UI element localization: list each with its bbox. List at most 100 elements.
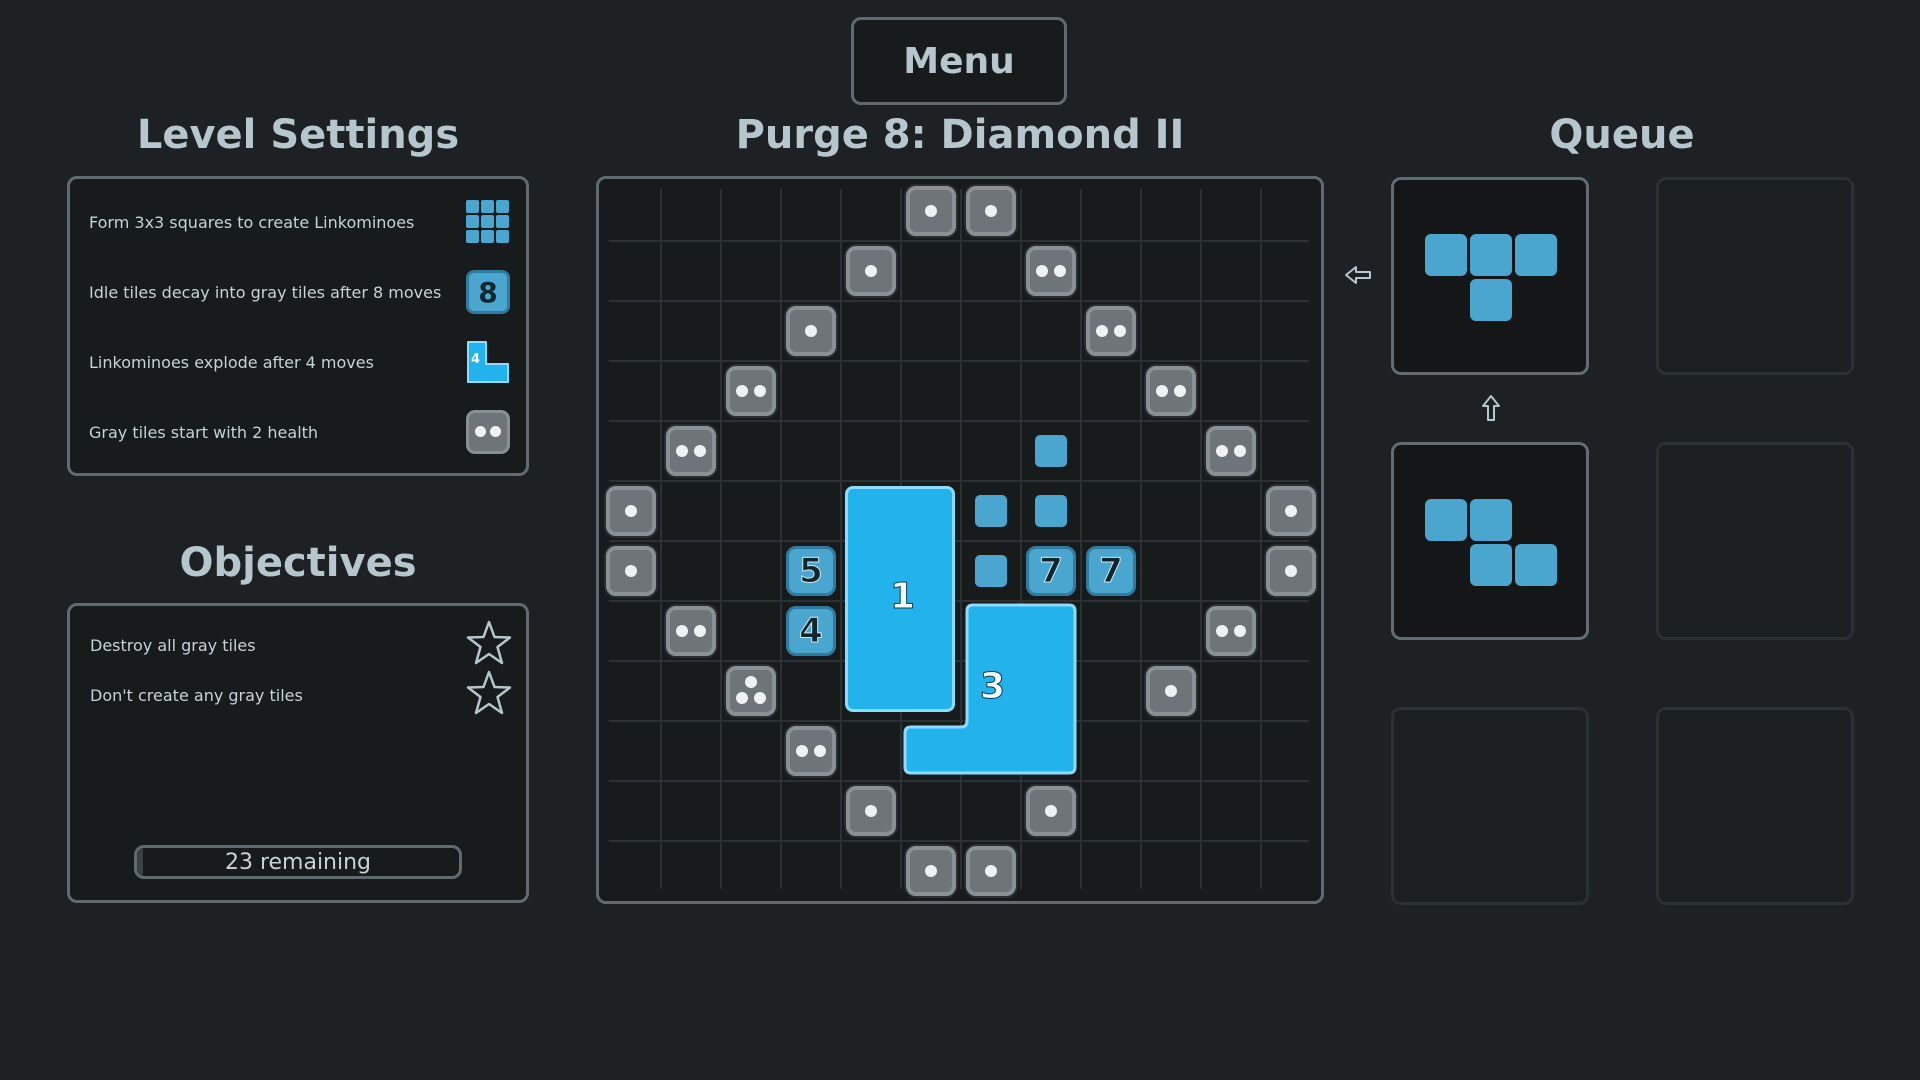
grid-line bbox=[1140, 189, 1142, 889]
blue-tile[interactable] bbox=[1035, 495, 1067, 527]
queue-cell bbox=[1515, 234, 1557, 276]
queue-cell bbox=[1470, 499, 1512, 541]
queue-slot-empty bbox=[1656, 442, 1854, 640]
health-dot bbox=[625, 565, 637, 577]
gray-tile[interactable] bbox=[1146, 366, 1196, 416]
grid-line bbox=[609, 540, 1309, 542]
gray-tile[interactable] bbox=[1266, 486, 1316, 536]
blue-tile[interactable] bbox=[1035, 435, 1067, 467]
gray-tile[interactable] bbox=[1026, 246, 1076, 296]
gray-tile[interactable] bbox=[666, 426, 716, 476]
progress-text: 23 remaining bbox=[224, 849, 372, 875]
health-dot bbox=[865, 265, 877, 277]
health-dot bbox=[1234, 625, 1246, 637]
objective-no-gray: Don't create any gray tiles bbox=[90, 686, 303, 705]
grid-line bbox=[609, 600, 1309, 602]
gray-tile[interactable] bbox=[846, 786, 896, 836]
grid-line bbox=[840, 189, 842, 889]
gray-tile[interactable] bbox=[906, 846, 956, 896]
grid-line bbox=[609, 840, 1309, 842]
grid-line bbox=[1200, 189, 1202, 889]
level-settings-panel: Form 3x3 squares to create Linkominoes I… bbox=[67, 176, 529, 476]
health-dot bbox=[1114, 325, 1126, 337]
health-dot bbox=[1054, 265, 1066, 277]
objective-destroy-gray: Destroy all gray tiles bbox=[90, 636, 256, 655]
health-dot bbox=[1285, 565, 1297, 577]
gray-tile[interactable] bbox=[846, 246, 896, 296]
star-outline-icon bbox=[466, 670, 512, 716]
health-dot bbox=[490, 426, 501, 437]
health-dot bbox=[1165, 685, 1177, 697]
queue-cell bbox=[1425, 499, 1467, 541]
health-dot bbox=[1285, 505, 1297, 517]
numbered-tile[interactable]: 4 bbox=[786, 606, 836, 656]
queue-cell bbox=[1425, 234, 1467, 276]
queue-cell bbox=[1515, 544, 1557, 586]
health-dot bbox=[1234, 445, 1246, 457]
health-dot bbox=[985, 205, 997, 217]
setting-text-decay: Idle tiles decay into gray tiles after 8… bbox=[89, 283, 442, 302]
blue-tile[interactable] bbox=[975, 555, 1007, 587]
health-dot bbox=[985, 865, 997, 877]
gray-tile[interactable] bbox=[1206, 426, 1256, 476]
gray-tile[interactable] bbox=[786, 726, 836, 776]
setting-text-squares: Form 3x3 squares to create Linkominoes bbox=[89, 213, 415, 232]
gray-tile[interactable] bbox=[966, 846, 1016, 896]
health-dot bbox=[475, 426, 486, 437]
queue-cell bbox=[1470, 544, 1512, 586]
queue-cell bbox=[1470, 234, 1512, 276]
game-board[interactable]: 5 4 77 bbox=[596, 176, 1324, 904]
health-dot bbox=[865, 805, 877, 817]
objective-progress-bar: 23 remaining bbox=[134, 845, 462, 879]
gray-tile[interactable] bbox=[1146, 666, 1196, 716]
queue-slot-empty bbox=[1656, 177, 1854, 375]
arrow-left-icon bbox=[1344, 264, 1372, 290]
grid-line bbox=[960, 189, 962, 889]
linkomino-3-label: 3 bbox=[979, 666, 1006, 708]
gray-tile[interactable] bbox=[606, 486, 656, 536]
grid-line bbox=[609, 420, 1309, 422]
numbered-tile[interactable]: 7 bbox=[1026, 546, 1076, 596]
grid-line bbox=[609, 780, 1309, 782]
grid-line bbox=[720, 189, 722, 889]
gray-tile[interactable] bbox=[786, 306, 836, 356]
gray-tile[interactable] bbox=[1206, 606, 1256, 656]
grid-line bbox=[609, 300, 1309, 302]
level-title: Purge 8: Diamond II bbox=[735, 112, 1185, 158]
health-dot bbox=[1216, 445, 1228, 457]
numbered-tile[interactable]: 7 bbox=[1086, 546, 1136, 596]
gray-tile[interactable] bbox=[666, 606, 716, 656]
gray-tile[interactable] bbox=[1266, 546, 1316, 596]
gray-tile[interactable] bbox=[606, 546, 656, 596]
health-dot bbox=[676, 445, 688, 457]
grid-line bbox=[1020, 189, 1022, 889]
health-dot bbox=[1156, 385, 1168, 397]
gray-tile[interactable] bbox=[906, 186, 956, 236]
grid-line bbox=[609, 480, 1309, 482]
health-dot bbox=[805, 325, 817, 337]
numbered-tile[interactable]: 5 bbox=[786, 546, 836, 596]
linkomino-timer-value: 4 bbox=[471, 352, 481, 367]
menu-button[interactable]: Menu bbox=[851, 17, 1067, 105]
queue-slot-empty bbox=[1391, 707, 1589, 905]
blue-tile[interactable] bbox=[975, 495, 1007, 527]
health-dot bbox=[796, 745, 808, 757]
gray-tile[interactable] bbox=[966, 186, 1016, 236]
gray-tile[interactable] bbox=[726, 666, 776, 716]
gray-tile[interactable] bbox=[1086, 306, 1136, 356]
health-dot bbox=[1216, 625, 1228, 637]
health-dot bbox=[736, 692, 748, 704]
grid-line bbox=[1260, 189, 1262, 889]
grid-line bbox=[609, 360, 1309, 362]
objectives-heading: Objectives bbox=[179, 540, 417, 586]
gray-tile[interactable] bbox=[1026, 786, 1076, 836]
grid-3x3-icon bbox=[466, 200, 510, 244]
gray-tile-health-icon bbox=[466, 410, 510, 454]
queue-slot-1[interactable] bbox=[1391, 177, 1589, 375]
health-dot bbox=[1174, 385, 1186, 397]
queue-slot-2[interactable] bbox=[1391, 442, 1589, 640]
queue-heading: Queue bbox=[1549, 112, 1695, 158]
health-dot bbox=[1036, 265, 1048, 277]
gray-tile[interactable] bbox=[726, 366, 776, 416]
arrow-up-icon bbox=[1480, 394, 1502, 426]
